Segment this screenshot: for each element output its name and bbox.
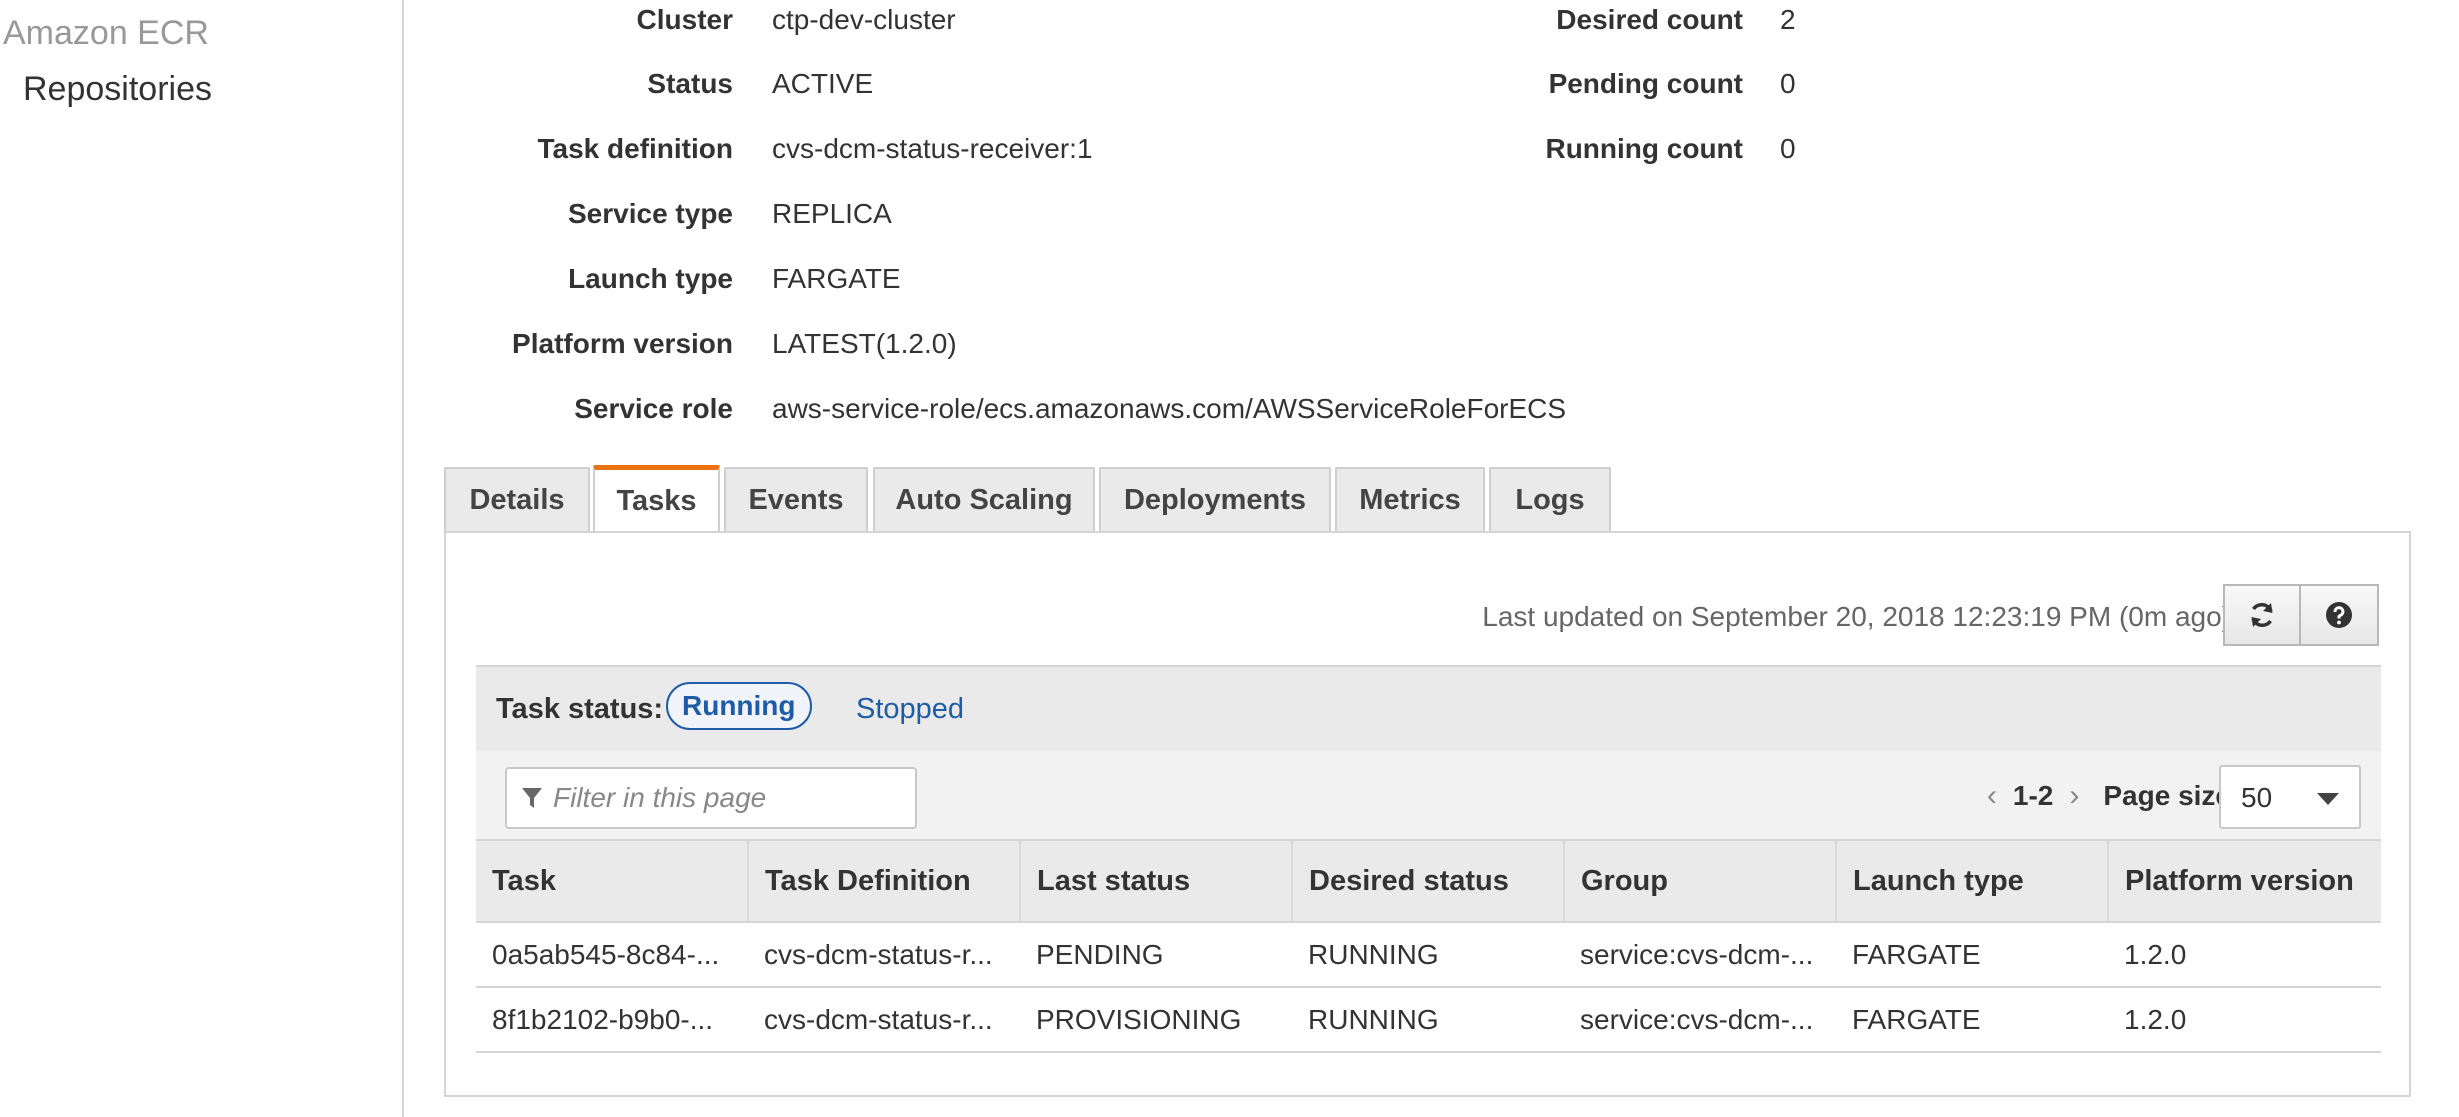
column-header-task-definition[interactable]: Task Definition (747, 839, 1020, 923)
task-id-link[interactable]: 8f1b2102-b9b0-... (476, 987, 748, 1053)
detail-service-type: Service type REPLICA (0, 197, 892, 231)
detail-label: Pending count (1548, 68, 1743, 99)
tab-details[interactable]: Details (444, 467, 590, 531)
detail-desired-count: Desired count 2 (0, 3, 1795, 37)
column-header-desired-status[interactable]: Desired status (1291, 839, 1564, 923)
detail-pending-count: Pending count 0 (0, 67, 1796, 101)
pagination: ‹ 1-2 › Page size (1977, 779, 2231, 813)
tab-label: Auto Scaling (895, 483, 1073, 516)
service-type-value: REPLICA (772, 198, 892, 229)
column-header-launch-type[interactable]: Launch type (1835, 839, 2108, 923)
detail-label: Desired count (1556, 4, 1743, 35)
help-icon (2326, 602, 2352, 628)
launch-type-cell: FARGATE (1836, 987, 2108, 1053)
tab-deployments[interactable]: Deployments (1099, 467, 1331, 531)
tab-label: Deployments (1123, 483, 1307, 516)
task-definition-cell-link[interactable]: cvs-dcm-status-r... (748, 922, 1020, 988)
filter-input[interactable] (551, 781, 915, 815)
detail-label: Service type (568, 198, 733, 229)
page-size-select[interactable]: 50 (2219, 765, 2361, 829)
desired-count-value: 2 (1780, 4, 1796, 35)
table-toolbar: ‹ 1-2 › Page size 50 (476, 751, 2381, 839)
tasks-panel: Last updated on September 20, 2018 12:23… (444, 531, 2411, 1097)
filter-icon (522, 788, 542, 808)
table-row: 8f1b2102-b9b0-... cvs-dcm-status-r... PR… (476, 987, 2381, 1053)
refresh-icon (2251, 602, 2273, 628)
detail-label: Running count (1545, 133, 1743, 164)
tab-label: Details (469, 483, 565, 516)
group-cell: service:cvs-dcm-... (1564, 922, 1836, 988)
task-id-link[interactable]: 0a5ab545-8c84-... (476, 922, 748, 988)
tab-metrics[interactable]: Metrics (1335, 467, 1485, 531)
sidebar: Amazon ECR Repositories (0, 0, 404, 1117)
desired-status-cell: RUNNING (1292, 922, 1564, 988)
page-range: 1-2 (2012, 780, 2054, 811)
tab-auto-scaling[interactable]: Auto Scaling (873, 467, 1095, 531)
tab-label: Tasks (616, 485, 697, 517)
status-filter-stopped[interactable]: Stopped (856, 693, 964, 726)
desired-status-cell: RUNNING (1292, 987, 1564, 1053)
panel-actions (2223, 584, 2379, 646)
detail-label: Launch type (568, 263, 733, 294)
launch-type-cell: FARGATE (1836, 922, 2108, 988)
table-row: 0a5ab545-8c84-... cvs-dcm-status-r... PE… (476, 922, 2381, 988)
tab-tasks[interactable]: Tasks (593, 465, 720, 533)
detail-launch-type: Launch type FARGATE (0, 262, 901, 296)
page-size-label: Page size (2103, 780, 2231, 811)
tab-label: Events (748, 483, 844, 516)
prev-page-icon[interactable]: ‹ (1977, 779, 2007, 813)
tab-logs[interactable]: Logs (1489, 467, 1611, 531)
table-header-row: Task Task Definition Last status Desired… (476, 839, 2381, 923)
chevron-down-icon (2317, 793, 2339, 805)
column-header-group[interactable]: Group (1563, 839, 1836, 923)
running-count-value: 0 (1780, 133, 1796, 164)
filter-box[interactable] (505, 767, 917, 829)
task-status-bar: Task status: Running Stopped (476, 665, 2381, 753)
task-status-label: Task status: (496, 693, 664, 725)
platform-version-cell: 1.2.0 (2108, 922, 2381, 988)
last-status-cell: PENDING (1020, 922, 1292, 988)
tab-label: Logs (1515, 483, 1585, 516)
help-button[interactable] (2301, 584, 2379, 646)
platform-version-cell: 1.2.0 (2108, 987, 2381, 1053)
platform-version-value: LATEST(1.2.0) (772, 328, 957, 359)
next-page-icon[interactable]: › (2059, 779, 2089, 813)
status-filter-running[interactable]: Running (666, 682, 812, 730)
column-header-task[interactable]: Task (476, 839, 748, 923)
last-updated-text: Last updated on September 20, 2018 12:23… (1482, 601, 2231, 632)
tab-events[interactable]: Events (724, 467, 868, 531)
column-header-last-status[interactable]: Last status (1019, 839, 1292, 923)
last-status-cell: PROVISIONING (1020, 987, 1292, 1053)
page-size-value: 50 (2241, 782, 2273, 813)
task-definition-cell-link[interactable]: cvs-dcm-status-r... (748, 987, 1020, 1053)
service-role-value: aws-service-role/ecs.amazonaws.com/AWSSe… (772, 393, 1567, 424)
pending-count-value: 0 (1780, 68, 1796, 99)
refresh-button[interactable] (2223, 584, 2301, 646)
tasks-table: Task Task Definition Last status Desired… (476, 839, 2381, 1053)
launch-type-value: FARGATE (772, 263, 901, 294)
group-cell: service:cvs-dcm-... (1564, 987, 1836, 1053)
tab-label: Metrics (1359, 483, 1461, 516)
detail-label: Service role (574, 393, 733, 424)
detail-platform-version: Platform version LATEST(1.2.0) (0, 327, 957, 361)
column-header-platform-version[interactable]: Platform version (2107, 839, 2381, 923)
detail-label: Platform version (512, 328, 733, 359)
detail-running-count: Running count 0 (0, 132, 1795, 166)
detail-service-role: Service role aws-service-role/ecs.amazon… (0, 392, 1566, 426)
